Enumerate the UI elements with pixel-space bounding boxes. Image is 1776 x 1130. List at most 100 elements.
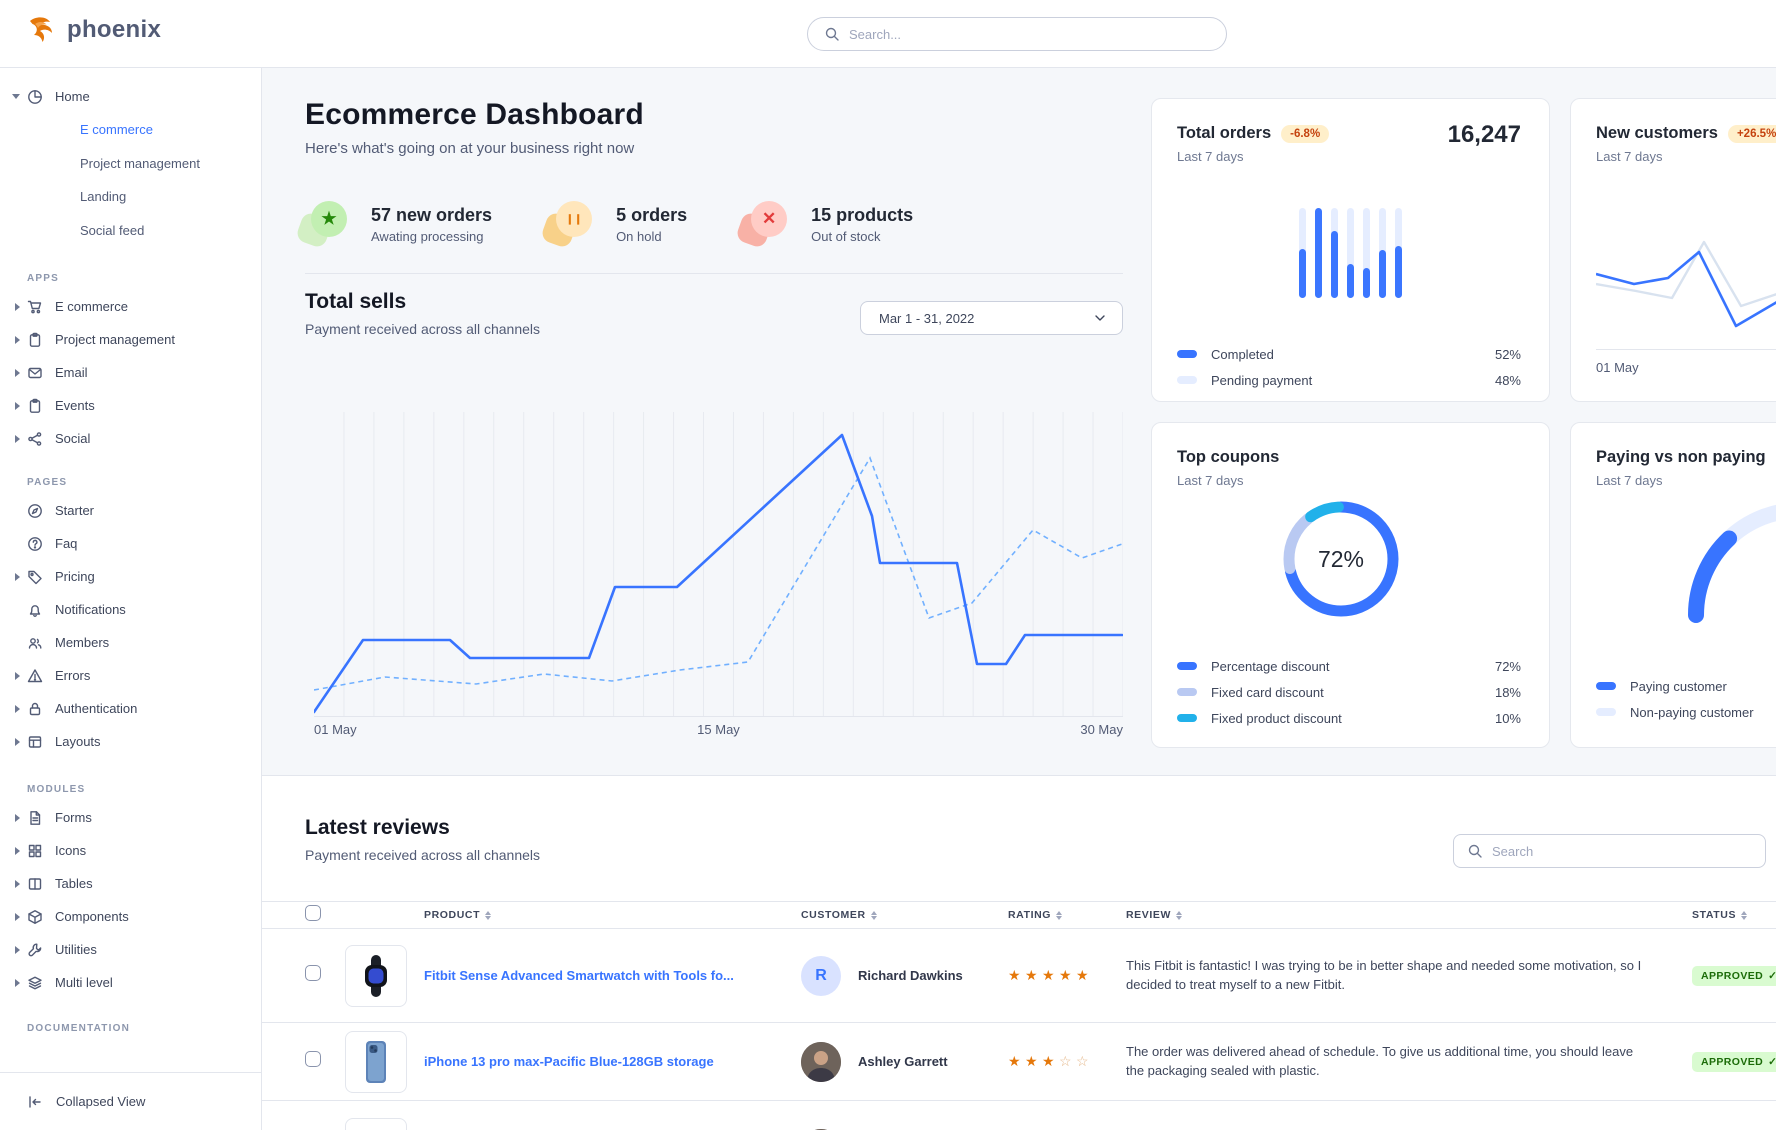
new-customers-card: New customers +26.5% Last 7 days 01 May xyxy=(1570,98,1776,402)
sidebar-item-starter[interactable]: Starter xyxy=(0,494,261,527)
stat-awating-processing: ★ 57 new orders Awating processing xyxy=(305,201,492,247)
column-header-review[interactable]: REVIEW xyxy=(1126,909,1672,921)
status-badge: APPROVED ✓ xyxy=(1692,966,1776,986)
caret-right-icon xyxy=(0,847,27,855)
card-period: Last 7 days xyxy=(1177,473,1524,488)
sidebar: HomeE commerceProject managementLandingS… xyxy=(0,68,262,1130)
sidebar-item-pricing[interactable]: Pricing xyxy=(0,560,261,593)
total-orders-card: Total orders -6.8% Last 7 days 16,247 Co… xyxy=(1151,98,1550,402)
star-filled-icon: ★ xyxy=(1042,1053,1057,1070)
reviews-search-input[interactable] xyxy=(1492,844,1752,859)
column-header-rating[interactable]: RATING xyxy=(1008,909,1126,921)
stat-label: Awating processing xyxy=(371,229,492,244)
sidebar-section-label: MODULES xyxy=(0,784,261,795)
legend-label: Percentage discount xyxy=(1211,659,1330,674)
sidebar-item-label: Components xyxy=(55,909,129,924)
sidebar-subitem-landing[interactable]: Landing xyxy=(0,180,261,214)
sidebar-subitem-e-commerce[interactable]: E commerce xyxy=(0,113,261,147)
stat-value: 57 new orders xyxy=(371,205,492,226)
sidebar-item-notifications[interactable]: Notifications xyxy=(0,593,261,626)
reviews-table: PRODUCT CUSTOMER RATING REVIEW STATUS Fi… xyxy=(262,901,1776,1130)
order-bar xyxy=(1347,208,1354,298)
caret-right-icon xyxy=(0,705,27,713)
sidebar-section-label: APPS xyxy=(0,273,261,284)
sidebar-item-label: Authentication xyxy=(55,701,137,716)
total-sells-title: Total sells xyxy=(305,290,540,314)
x-tick: 01 May xyxy=(314,722,357,737)
x-tick: 01 May xyxy=(1596,360,1639,375)
reviews-search[interactable] xyxy=(1453,834,1766,868)
box-icon xyxy=(27,909,43,925)
sidebar-item-multi-level[interactable]: Multi level xyxy=(0,966,261,999)
sidebar-item-errors[interactable]: Errors xyxy=(0,659,261,692)
sidebar-item-utilities[interactable]: Utilities xyxy=(0,933,261,966)
column-header-status[interactable]: STATUS xyxy=(1672,909,1776,921)
sidebar-item-components[interactable]: Components xyxy=(0,900,261,933)
sidebar-item-members[interactable]: Members xyxy=(0,626,261,659)
stat-value: 15 products xyxy=(811,205,913,226)
caret-right-icon xyxy=(0,336,27,344)
page-subtitle: Here's what's going on at your business … xyxy=(305,140,1123,157)
legend-value: 10% xyxy=(1495,711,1521,726)
sidebar-item-authentication[interactable]: Authentication xyxy=(0,692,261,725)
order-bar xyxy=(1363,208,1370,298)
sidebar-item-events[interactable]: Events xyxy=(0,389,261,422)
sidebar-section-label: PAGES xyxy=(0,477,261,488)
table-row: iPhone 13 pro max-Pacific Blue-128GB sto… xyxy=(262,1023,1776,1101)
sidebar-item-project-management[interactable]: Project management xyxy=(0,323,261,356)
wrench-icon xyxy=(27,942,43,958)
column-header-customer[interactable]: CUSTOMER xyxy=(801,909,1008,921)
legend-label: Completed xyxy=(1211,347,1274,362)
legend-row: Completed 52% xyxy=(1177,341,1521,367)
sidebar-item-email[interactable]: Email xyxy=(0,356,261,389)
sidebar-item-home[interactable]: Home xyxy=(0,80,261,113)
star-filled-icon: ★ xyxy=(1008,967,1023,984)
sidebar-subitem-project-management[interactable]: Project management xyxy=(0,147,261,181)
card-title: Paying vs non paying xyxy=(1596,448,1766,467)
top-coupons-donut: 72% xyxy=(1279,497,1403,621)
sidebar-item-e-commerce[interactable]: E commerce xyxy=(0,290,261,323)
global-search-input[interactable] xyxy=(849,27,1210,42)
chevron-down-icon xyxy=(1092,310,1108,326)
phoenix-logo-icon xyxy=(26,14,58,46)
row-checkbox[interactable] xyxy=(305,965,321,981)
check-icon: ✓ xyxy=(1768,970,1776,982)
order-bar xyxy=(1299,208,1306,298)
sidebar-item-tables[interactable]: Tables xyxy=(0,867,261,900)
product-thumbnail[interactable] xyxy=(345,1031,407,1093)
sidebar-item-label: Faq xyxy=(55,536,77,551)
product-thumbnail[interactable] xyxy=(345,1118,407,1130)
date-range-select[interactable]: Mar 1 - 31, 2022 xyxy=(860,301,1123,335)
sidebar-item-label: Errors xyxy=(55,668,90,683)
total-orders-value: 16,247 xyxy=(1448,121,1521,149)
sidebar-item-layouts[interactable]: Layouts xyxy=(0,725,261,758)
select-all-checkbox[interactable] xyxy=(305,905,321,921)
sidebar-item-forms[interactable]: Forms xyxy=(0,801,261,834)
sidebar-item-label: Tables xyxy=(55,876,93,891)
latest-reviews-section: Latest reviews Payment received across a… xyxy=(262,775,1776,1130)
product-thumbnail[interactable] xyxy=(345,945,407,1007)
global-search[interactable] xyxy=(807,17,1227,51)
product-link[interactable]: iPhone 13 pro max-Pacific Blue-128GB sto… xyxy=(424,1054,714,1069)
collapsed-view-toggle[interactable]: Collapsed View xyxy=(0,1072,261,1130)
x-tick: 15 May xyxy=(697,722,740,737)
sidebar-item-social[interactable]: Social xyxy=(0,422,261,455)
table-row: Fitbit Sense Advanced Smartwatch with To… xyxy=(262,929,1776,1023)
order-bar xyxy=(1315,208,1322,298)
clipboard-icon xyxy=(27,398,43,414)
stats-row: ★ 57 new orders Awating processing ❙❙ 5 … xyxy=(305,201,1123,247)
row-checkbox[interactable] xyxy=(305,1051,321,1067)
sidebar-item-icons[interactable]: Icons xyxy=(0,834,261,867)
legend-swatch xyxy=(1596,708,1616,716)
dashboard-main: Ecommerce Dashboard Here's what's going … xyxy=(262,68,1776,775)
brand-name: phoenix xyxy=(67,16,161,44)
latest-reviews-subtitle: Payment received across all channels xyxy=(305,847,540,863)
column-header-product[interactable]: PRODUCT xyxy=(345,909,801,921)
caret-right-icon xyxy=(0,979,27,987)
sidebar-subitem-social-feed[interactable]: Social feed xyxy=(0,214,261,248)
product-link[interactable]: Fitbit Sense Advanced Smartwatch with To… xyxy=(424,968,734,983)
brand-logo[interactable]: phoenix xyxy=(26,14,161,46)
sidebar-item-faq[interactable]: Faq xyxy=(0,527,261,560)
legend-value: 48% xyxy=(1495,373,1521,388)
paying-legend: Paying customer Non-paying customer xyxy=(1596,673,1776,725)
